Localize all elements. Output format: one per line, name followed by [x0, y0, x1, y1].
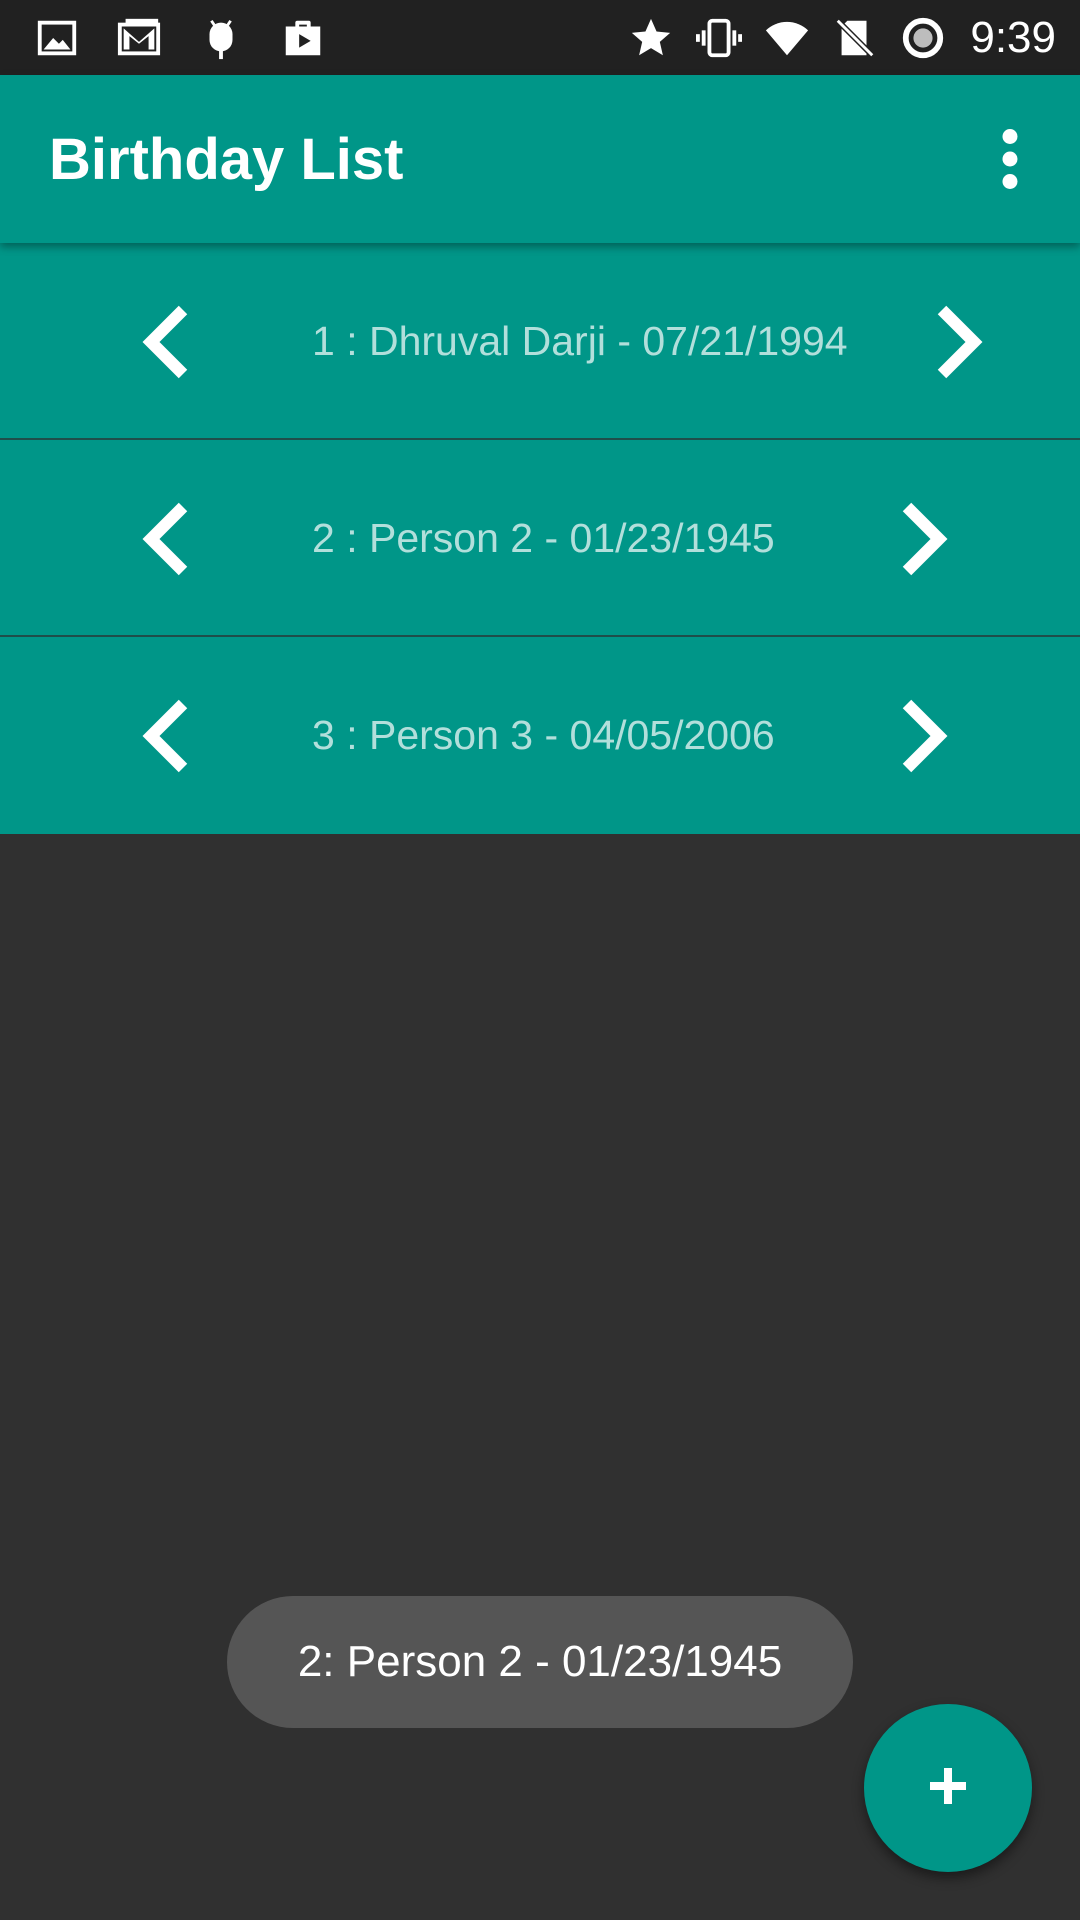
chevron-left-icon[interactable]: [110, 440, 220, 637]
chevron-left-icon[interactable]: [110, 637, 220, 834]
birthday-list: 1 : Dhruval Darji - 07/21/1994 2 : Perso…: [0, 243, 1080, 834]
page-title: Birthday List: [49, 126, 404, 192]
vibrate-icon: [696, 15, 743, 61]
android-debug-icon: [198, 15, 244, 61]
wifi-icon: [764, 15, 810, 61]
no-sim-icon: [832, 15, 878, 61]
chevron-right-icon[interactable]: [870, 637, 980, 834]
more-vert-icon[interactable]: [980, 119, 1040, 199]
toast: 2: Person 2 - 01/23/1945: [227, 1596, 853, 1728]
image-icon: [34, 15, 80, 61]
list-item: 2 : Person 2 - 01/23/1945: [0, 440, 1080, 637]
battery-saver-icon: [900, 15, 946, 61]
chevron-left-icon[interactable]: [110, 243, 220, 440]
birthday-item-label[interactable]: 1 : Dhruval Darji - 07/21/1994: [312, 243, 848, 440]
status-time: 9:39: [970, 12, 1056, 62]
chevron-right-icon[interactable]: [870, 440, 980, 637]
chevron-right-icon[interactable]: [905, 243, 1015, 440]
list-item: 3 : Person 3 - 04/05/2006: [0, 637, 1080, 834]
status-right-icons: 9:39: [606, 13, 1056, 63]
play-store-icon: [280, 15, 326, 61]
status-left-icons: [34, 15, 362, 61]
add-birthday-button[interactable]: [864, 1704, 1032, 1872]
gmail-icon: [116, 15, 162, 61]
birthday-item-label[interactable]: 2 : Person 2 - 01/23/1945: [312, 440, 775, 637]
star-icon: [628, 15, 674, 61]
app-bar: Birthday List: [0, 75, 1080, 243]
status-bar: 9:39: [0, 0, 1080, 75]
plus-icon: [924, 1762, 972, 1815]
list-item: 1 : Dhruval Darji - 07/21/1994: [0, 243, 1080, 440]
birthday-item-label[interactable]: 3 : Person 3 - 04/05/2006: [312, 637, 775, 834]
screen: 9:39 Birthday List 1 : Dhruval Darji - 0…: [0, 0, 1080, 1920]
toast-message: 2: Person 2 - 01/23/1945: [297, 1637, 783, 1686]
